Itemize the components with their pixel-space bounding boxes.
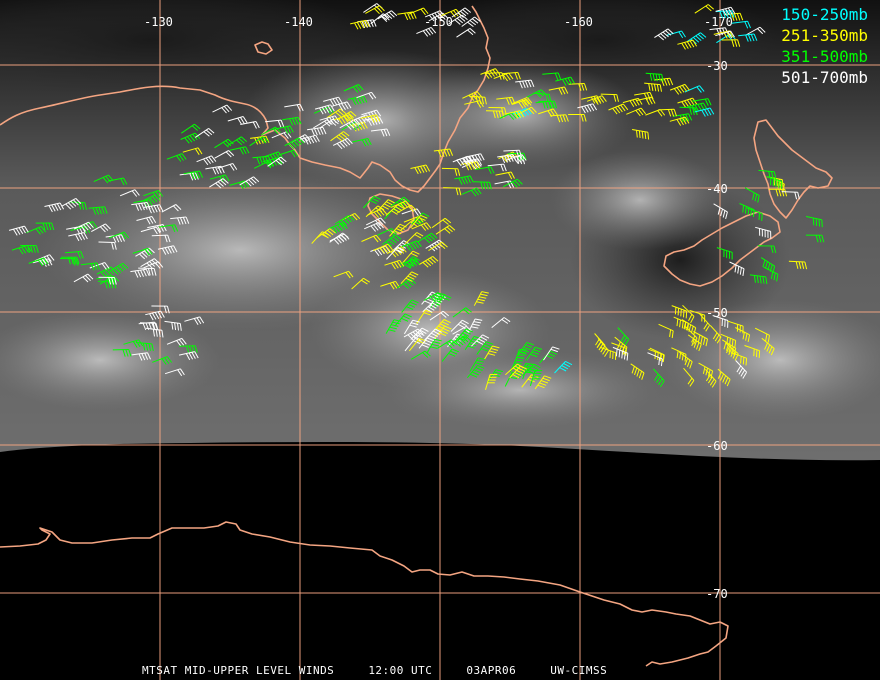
lat-label: -60 (706, 439, 728, 453)
legend-item-501-700: 501-700mb (781, 68, 868, 87)
caption-source: UW-CIMSS (550, 664, 608, 677)
caption-time: 12:00 UTC (368, 664, 433, 677)
caption-product: MTSAT MID-UPPER LEVEL WINDS (142, 664, 335, 677)
satellite-map-canvas: -130 -140 -150 -160 -170 -30 -40 -50 -60… (0, 0, 880, 680)
lat-label: -70 (706, 587, 728, 601)
lon-label: -140 (284, 15, 313, 29)
wind-map: -130 -140 -150 -160 -170 -30 -40 -50 -60… (0, 0, 880, 680)
lat-label: -40 (706, 182, 728, 196)
legend-item-251-350: 251-350mb (781, 26, 868, 45)
lat-label: -30 (706, 59, 728, 73)
pressure-legend: 150-250mb 251-350mb 351-500mb 501-700mb (781, 4, 868, 88)
lon-label: -160 (564, 15, 593, 29)
legend-item-150-250: 150-250mb (781, 5, 868, 24)
image-caption: MTSAT MID-UPPER LEVEL WINDS 12:00 UTC 03AP… (142, 664, 641, 677)
legend-item-351-500: 351-500mb (781, 47, 868, 66)
lon-label: -130 (144, 15, 173, 29)
antarctica-coastline (0, 521, 729, 667)
caption-date: 03APR06 (466, 664, 517, 677)
lat-label: -50 (706, 306, 728, 320)
